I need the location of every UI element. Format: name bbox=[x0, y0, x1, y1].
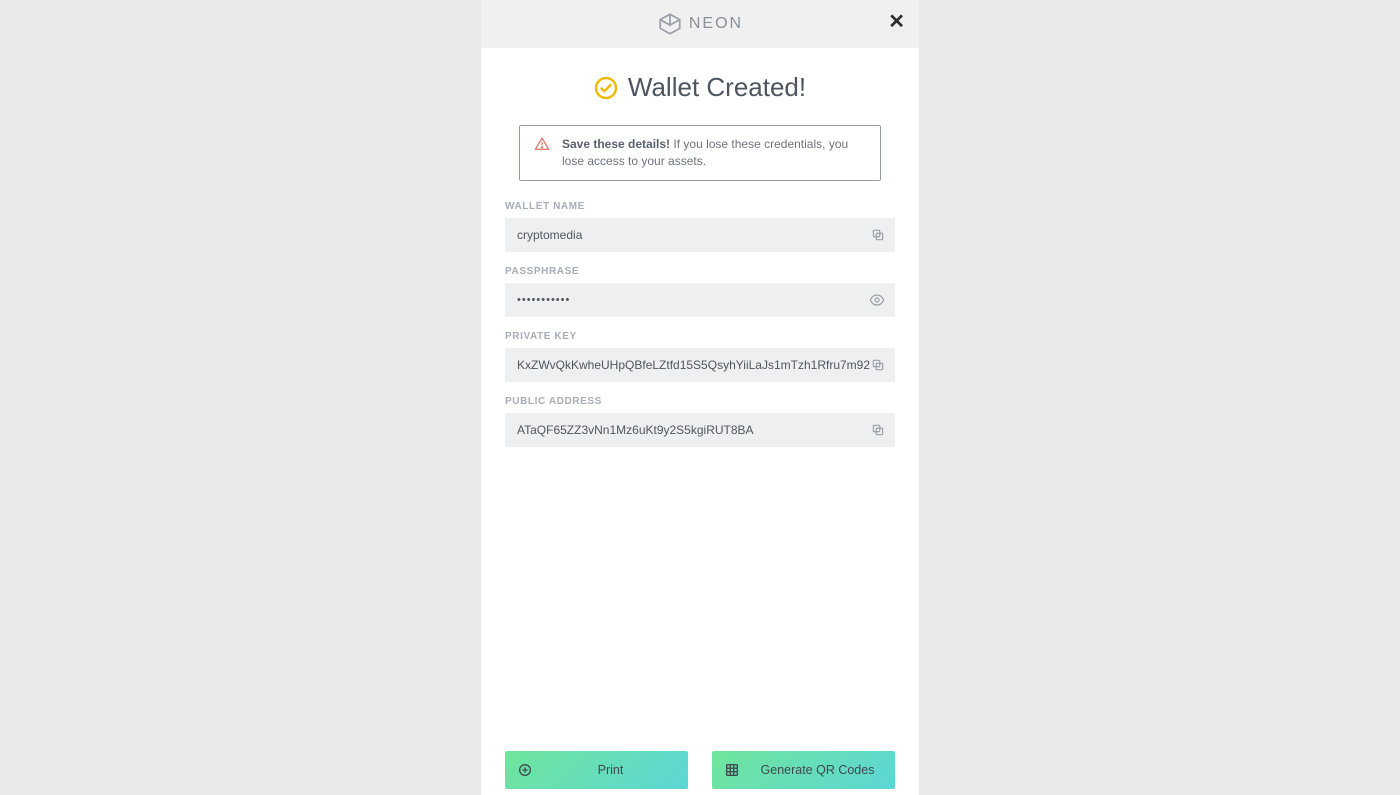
print-icon bbox=[517, 762, 533, 778]
passphrase-label: PASSPHRASE bbox=[505, 266, 895, 277]
copy-icon bbox=[871, 228, 885, 242]
private-key-field: PRIVATE KEY KxZWvQkKwheUHpQBfeLZtfd15S5Q… bbox=[505, 331, 895, 382]
wallet-created-panel: NEON ✕ Wallet Created! bbox=[481, 0, 919, 795]
public-address-field: PUBLIC ADDRESS ATaQF65ZZ3vNn1Mz6uKt9y2S5… bbox=[505, 396, 895, 447]
neon-logo-icon bbox=[657, 11, 683, 37]
private-key-value: KxZWvQkKwheUHpQBfeLZtfd15S5QsyhYiiLaJs1m… bbox=[517, 358, 871, 372]
grid-icon bbox=[724, 762, 740, 778]
title-row: Wallet Created! bbox=[505, 72, 895, 103]
generate-qr-button-label: Generate QR Codes bbox=[752, 763, 883, 777]
public-address-value: ATaQF65ZZ3vNn1Mz6uKt9y2S5kgiRUT8BA bbox=[517, 423, 871, 437]
passphrase-field: PASSPHRASE ••••••••••• bbox=[505, 266, 895, 317]
passphrase-value: ••••••••••• bbox=[517, 294, 869, 306]
passphrase-box: ••••••••••• bbox=[505, 283, 895, 317]
copy-private-key-button[interactable] bbox=[871, 358, 885, 372]
wallet-name-value: cryptomedia bbox=[517, 228, 871, 242]
page-title: Wallet Created! bbox=[628, 72, 806, 103]
warning-strong: Save these details! bbox=[562, 137, 670, 151]
close-button[interactable]: ✕ bbox=[888, 12, 905, 32]
brand-logo: NEON bbox=[657, 11, 743, 37]
copy-public-address-button[interactable] bbox=[871, 423, 885, 437]
private-key-label: PRIVATE KEY bbox=[505, 331, 895, 342]
warning-icon bbox=[534, 136, 550, 152]
copy-wallet-name-button[interactable] bbox=[871, 228, 885, 242]
copy-icon bbox=[871, 358, 885, 372]
print-button[interactable]: Print bbox=[505, 751, 688, 789]
wallet-name-field: WALLET NAME cryptomedia bbox=[505, 201, 895, 252]
panel-header: NEON ✕ bbox=[481, 0, 919, 48]
copy-icon bbox=[871, 423, 885, 437]
wallet-name-label: WALLET NAME bbox=[505, 201, 895, 212]
eye-icon bbox=[869, 292, 885, 308]
generate-qr-button[interactable]: Generate QR Codes bbox=[712, 751, 895, 789]
warning-text: Save these details! If you lose these cr… bbox=[562, 136, 866, 170]
success-check-icon bbox=[594, 76, 618, 100]
footer-actions: Print Generate QR Codes bbox=[481, 751, 919, 795]
private-key-box: KxZWvQkKwheUHpQBfeLZtfd15S5QsyhYiiLaJs1m… bbox=[505, 348, 895, 382]
print-button-label: Print bbox=[545, 763, 676, 777]
brand-name: NEON bbox=[689, 15, 743, 33]
reveal-passphrase-button[interactable] bbox=[869, 292, 885, 308]
public-address-box: ATaQF65ZZ3vNn1Mz6uKt9y2S5kgiRUT8BA bbox=[505, 413, 895, 447]
close-icon: ✕ bbox=[888, 11, 905, 33]
panel-content: Wallet Created! Save these details! If y… bbox=[481, 48, 919, 751]
warning-banner: Save these details! If you lose these cr… bbox=[519, 125, 881, 181]
public-address-label: PUBLIC ADDRESS bbox=[505, 396, 895, 407]
wallet-name-box: cryptomedia bbox=[505, 218, 895, 252]
